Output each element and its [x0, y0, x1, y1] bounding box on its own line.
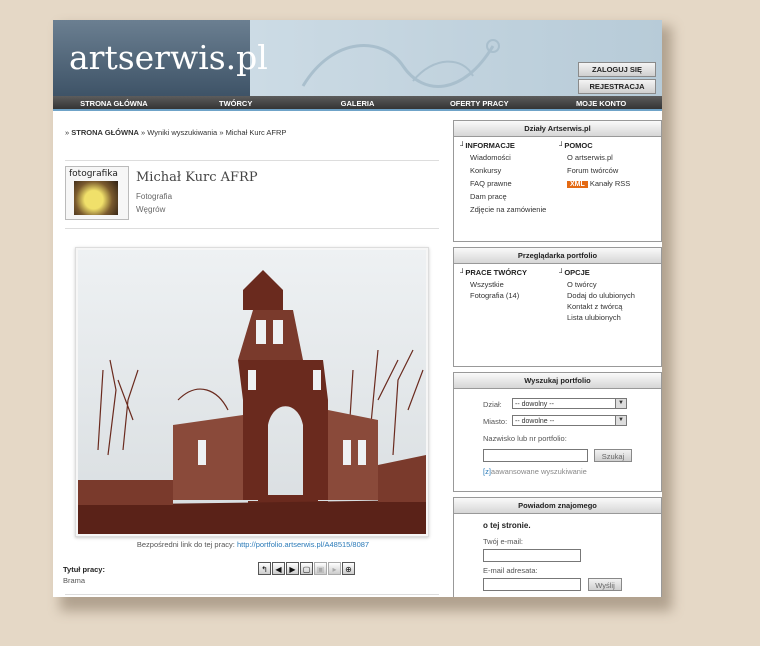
creator-name: Michał Kurc AFRP [136, 170, 258, 185]
thumbnail-label: fotografika [69, 169, 118, 179]
direct-link-label: Bezpośredni link do tej pracy: [136, 540, 235, 549]
dzialy-title: Działy Artserwis.pl [454, 121, 661, 137]
nav-home[interactable]: STRONA GŁÓWNA [53, 96, 175, 111]
decorative-swirl-icon [301, 39, 500, 88]
breadcrumb-results[interactable]: Wyniki wyszukiwania [147, 128, 217, 137]
rss-label: Kanały RSS [589, 179, 631, 188]
miasto-label: Miasto: [483, 417, 508, 426]
nav-creators[interactable]: TWÓRCY [174, 96, 297, 111]
site-header: artserwis.pl ZALOGUJ SIĘ REJESTRACJA [53, 20, 662, 96]
miasto-select[interactable]: -- dowolne -- ▼ [512, 415, 627, 426]
thumbnail-image [74, 181, 118, 215]
creator-city: Węgrów [136, 205, 166, 214]
menu-item-wiadomosci[interactable]: Wiadomości [470, 153, 511, 162]
dzial-select[interactable]: -- dowolny -- ▼ [512, 398, 627, 409]
site-logo[interactable]: artserwis.pl [69, 38, 268, 77]
menu-item-fotografia[interactable]: Fotografia (14) [470, 291, 519, 300]
menu-item-dam-prace[interactable]: Dam pracę [470, 192, 507, 201]
nav-gallery[interactable]: GALERIA [296, 96, 419, 111]
login-button[interactable]: ZALOGUJ SIĘ [578, 62, 656, 77]
photo-toolbar: ↰ ◀ ▶ ▢ ▣ ▸ ⊕ [258, 562, 355, 575]
register-button[interactable]: REJESTRACJA [578, 79, 656, 94]
informacje-header: ┘INFORMACJE [460, 141, 515, 150]
next-arrow-icon[interactable]: ▶ [286, 562, 299, 575]
menu-item-konkursy[interactable]: Konkursy [470, 166, 501, 175]
breadcrumb-arrow-icon: » [65, 128, 70, 137]
nav-my-account[interactable]: MOJE KONTO [540, 96, 662, 111]
chevron-down-icon: ▼ [615, 399, 626, 408]
breadcrumb: » STRONA GŁÓWNA » Wyniki wyszukiwania » … [65, 128, 286, 137]
send-button[interactable]: Wyślij [588, 578, 622, 591]
dzialy-box: Działy Artserwis.pl ┘INFORMACJE Wiadomoś… [453, 120, 662, 242]
menu-item-kontakt[interactable]: Kontakt z twórcą [567, 302, 622, 311]
your-email-label: Twój e-mail: [483, 537, 524, 546]
divider [65, 228, 439, 229]
powiadom-subtitle: o tej stronie. [483, 521, 531, 530]
breadcrumb-arrow-icon: » [141, 128, 146, 137]
advanced-search-label: aawansowane wyszukiwanie [490, 467, 587, 476]
breadcrumb-arrow-icon: » [219, 128, 224, 137]
advanced-search-link[interactable]: [z]aawansowane wyszukiwanie [483, 467, 587, 476]
menu-item-lista-ulubionych[interactable]: Lista ulubionych [567, 313, 621, 322]
xml-badge-icon: XML [567, 181, 588, 188]
pomoc-header: ┘POMOC [559, 141, 593, 150]
menu-item-o-artserwis[interactable]: O artserwis.pl [567, 153, 613, 162]
previous-arrow-icon[interactable]: ◀ [272, 562, 285, 575]
menu-item-zdjecie[interactable]: Zdjęcie na zamówienie [470, 205, 546, 214]
menu-item-faq[interactable]: FAQ prawne [470, 179, 512, 188]
chapel-gate-illustration [78, 270, 426, 534]
divider [65, 594, 439, 595]
browser-page: artserwis.pl ZALOGUJ SIĘ REJESTRACJA STR… [53, 20, 662, 597]
prace-header: ┘PRACE TWÓRCY [460, 268, 527, 277]
artwork-photo [78, 250, 426, 534]
zoom-icon[interactable]: ⊕ [342, 562, 355, 575]
advanced-search-prefix: [z] [483, 467, 491, 476]
nav-jobs[interactable]: OFERTY PRACY [418, 96, 541, 111]
save-icon[interactable]: ▣ [314, 562, 327, 575]
target-email-input[interactable] [483, 578, 581, 591]
powiadom-box: Powiadom znajomego o tej stronie. Twój e… [453, 497, 662, 597]
chevron-down-icon: ▼ [615, 416, 626, 425]
logo-panel: artserwis.pl [53, 20, 268, 96]
menu-item-o-tworcy[interactable]: O twórcy [567, 280, 597, 289]
szukaj-button[interactable]: Szukaj [594, 449, 632, 462]
your-email-input[interactable] [483, 549, 581, 562]
back-to-list-icon[interactable]: ↰ [258, 562, 271, 575]
profile-thumbnail[interactable]: fotografika [65, 166, 129, 220]
main-nav: STRONA GŁÓWNA TWÓRCY GALERIA OFERTY PRAC… [53, 96, 662, 111]
breadcrumb-current: Michał Kurc AFRP [225, 128, 287, 137]
play-icon[interactable]: ▸ [328, 562, 341, 575]
work-title-value: Brama [63, 576, 86, 585]
rss-link[interactable]: XML Kanały RSS [567, 179, 630, 188]
wyszukaj-title: Wyszukaj portfolio [454, 373, 661, 389]
nazwisko-input[interactable] [483, 449, 588, 462]
nazwisko-label: Nazwisko lub nr portfolio: [483, 434, 567, 443]
creator-category: Fotografia [136, 192, 173, 201]
artwork-photo-frame[interactable] [75, 247, 429, 537]
divider [65, 160, 439, 161]
wyszukaj-box: Wyszukaj portfolio Dział: -- dowolny -- ▼… [453, 372, 662, 492]
menu-item-forum[interactable]: Forum twórców [567, 166, 618, 175]
direct-link-url[interactable]: http://portfolio.artserwis.pl/A48515/808… [237, 540, 369, 549]
przegladarka-box: Przeglądarka portfolio ┘PRACE TWÓRCY Wsz… [453, 247, 662, 367]
przegladarka-title: Przeglądarka portfolio [454, 248, 661, 264]
direct-link-line: Bezpośredni link do tej pracy: http://po… [53, 540, 453, 549]
dzial-label: Dział: [483, 400, 502, 409]
target-email-label: E-mail adresata: [483, 566, 538, 575]
menu-item-dodaj-ulubione[interactable]: Dodaj do ulubionych [567, 291, 635, 300]
menu-item-wszystkie[interactable]: Wszystkie [470, 280, 504, 289]
opcje-header: ┘OPCJE [559, 268, 590, 277]
work-title-label: Tytuł pracy: [63, 565, 105, 574]
powiadom-title: Powiadom znajomego [454, 498, 661, 514]
comment-icon[interactable]: ▢ [300, 562, 313, 575]
breadcrumb-home[interactable]: STRONA GŁÓWNA [71, 128, 139, 137]
